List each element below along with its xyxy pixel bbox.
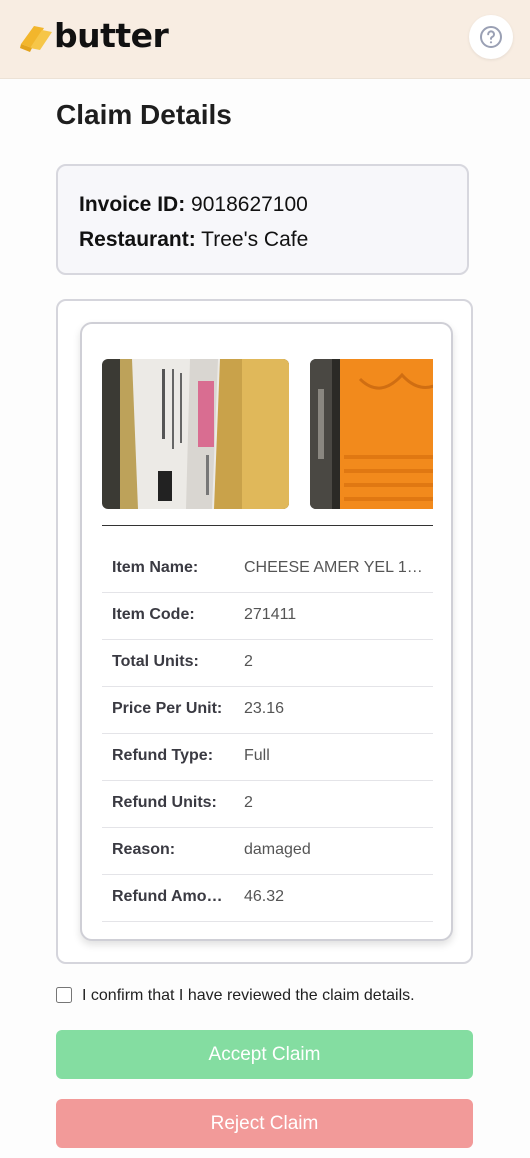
gallery-divider [102, 525, 433, 526]
detail-value: CHEESE AMER YEL 160 SLI [244, 559, 429, 576]
butter-logo[interactable]: butter [18, 16, 169, 56]
detail-label: Reason: [112, 841, 176, 858]
detail-value: 2 [244, 653, 253, 670]
detail-value: 2 [244, 794, 253, 811]
detail-label: Refund Type: [112, 747, 214, 764]
detail-label: Total Units: [112, 653, 199, 670]
cheese-package-photo [102, 359, 289, 509]
restaurant-line: Restaurant: Tree's Cafe [79, 228, 308, 252]
restaurant-label: Restaurant: [79, 228, 196, 251]
detail-label: Refund Units: [112, 794, 217, 811]
reject-claim-button[interactable]: Reject Claim [56, 1099, 473, 1148]
detail-row-price-per-unit: Price Per Unit: 23.16 [102, 687, 433, 734]
logo-text: butter [54, 16, 169, 55]
detail-value: Full [244, 747, 270, 764]
page-title: Claim Details [56, 99, 232, 130]
claim-item-card: Item Name: CHEESE AMER YEL 160 SLI Item … [80, 322, 453, 941]
confirm-review-row: I confirm that I have reviewed the claim… [56, 987, 496, 1009]
butter-logo-icon [20, 26, 52, 52]
confirm-review-checkbox[interactable] [56, 987, 72, 1003]
item-details-table: Item Name: CHEESE AMER YEL 160 SLI Item … [102, 546, 433, 922]
cheese-slice-photo [310, 359, 433, 509]
detail-row-refund-units: Refund Units: 2 [102, 781, 433, 828]
photo-gallery[interactable] [102, 359, 433, 511]
detail-value: 46.32 [244, 888, 285, 905]
item-photo[interactable] [102, 359, 289, 509]
detail-row-item-code: Item Code: 271411 [102, 593, 433, 640]
detail-value: 271411 [244, 606, 297, 623]
detail-value: damaged [244, 841, 311, 858]
accept-claim-button[interactable]: Accept Claim [56, 1030, 473, 1079]
detail-row-refund-amount: Refund Amount: 46.32 [102, 875, 433, 922]
confirm-review-label[interactable]: I confirm that I have reviewed the claim… [82, 987, 415, 1005]
invoice-id-line: Invoice ID: 9018627100 [79, 193, 308, 217]
detail-row-total-units: Total Units: 2 [102, 640, 433, 687]
detail-label: Item Name: [112, 559, 199, 576]
detail-row-item-name: Item Name: CHEESE AMER YEL 160 SLI [102, 546, 433, 593]
detail-label: Item Code: [112, 606, 195, 623]
invoice-id-label: Invoice ID: [79, 193, 186, 216]
detail-label: Refund Amount: [112, 888, 230, 905]
detail-value: 23.16 [244, 700, 285, 717]
detail-row-reason: Reason: damaged [102, 828, 433, 875]
item-photo[interactable] [310, 359, 433, 509]
app-header: butter [0, 0, 530, 79]
claim-items-container: Item Name: CHEESE AMER YEL 160 SLI Item … [56, 299, 473, 964]
invoice-summary-card: Invoice ID: 9018627100 Restaurant: Tree'… [56, 164, 469, 275]
invoice-id-value: 9018627100 [191, 193, 308, 216]
help-button[interactable] [469, 15, 513, 59]
question-circle-icon [480, 26, 502, 48]
restaurant-value: Tree's Cafe [201, 228, 309, 251]
detail-row-refund-type: Refund Type: Full [102, 734, 433, 781]
detail-label: Price Per Unit: [112, 700, 223, 717]
